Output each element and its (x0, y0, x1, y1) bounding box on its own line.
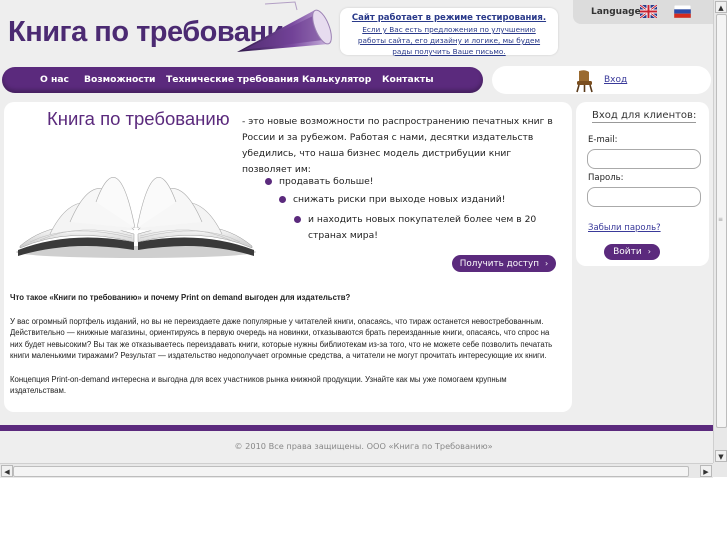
footer-divider (0, 425, 713, 431)
megaphone-icon (237, 1, 332, 52)
nav-item-contacts[interactable]: Контакты (382, 74, 434, 85)
main-nav: О нас Возможности Технические требования… (2, 67, 483, 93)
article-paragraph: Концепция Print-on-demand интересна и вы… (10, 374, 507, 396)
benefit-item: и находить новых покупателей более чем в… (294, 212, 553, 244)
password-label: Пароль: (588, 173, 624, 183)
benefit-item: снижать риски при выходе новых изданий! (279, 192, 533, 208)
russian-flag-icon[interactable] (674, 5, 691, 18)
scroll-right-icon[interactable]: ▶ (700, 465, 712, 477)
email-label: E-mail: (588, 135, 618, 145)
benefit-item: продавать больше! (265, 174, 399, 190)
language-switcher: Language: (573, 0, 713, 24)
chevron-right-icon: › (545, 259, 549, 268)
benefit-text: снижать риски при выходе новых изданий! (293, 194, 506, 205)
scroll-down-icon[interactable]: ▼ (715, 450, 727, 462)
article: Что такое «Книги по требованию» и почему… (10, 292, 558, 409)
main-content: Книга по требованию - это новые возможно… (4, 102, 572, 412)
scrollbar-corner (713, 463, 727, 477)
scroll-up-icon[interactable]: ▲ (715, 1, 727, 13)
chevron-right-icon: › (647, 247, 651, 256)
chair-icon (576, 70, 593, 93)
bullet-icon (279, 196, 286, 203)
vertical-scrollbar[interactable]: ▲ ≡ ▼ (713, 0, 727, 463)
nav-item-about[interactable]: О нас (40, 74, 69, 85)
login-button[interactable]: Войти › (604, 244, 660, 260)
get-access-label: Получить доступ (459, 259, 540, 269)
nav-item-features[interactable]: Возможности (84, 74, 156, 85)
intro-text: - это новые возможности по распространен… (242, 116, 553, 175)
notice-body-link[interactable]: Если у Вас есть предложения по улучшению… (340, 24, 558, 57)
login-button-label: Войти (613, 247, 642, 257)
english-flag-icon[interactable] (640, 5, 657, 18)
open-book-image (16, 177, 256, 258)
benefit-text: продавать больше! (279, 176, 374, 187)
notice-title[interactable]: Сайт работает в режиме тестирования. (340, 13, 558, 24)
article-heading: Что такое «Книги по требованию» и почему… (10, 293, 351, 302)
login-panel-title: Вход для клиентов: (592, 110, 697, 123)
nav-item-tech-requirements[interactable]: Технические требования (166, 74, 299, 85)
hero-title: Книга по требованию (47, 108, 230, 129)
language-label: Language: (591, 7, 645, 17)
copyright: © 2010 Все права защищены. ООО «Книга по… (234, 441, 493, 451)
login-link[interactable]: Вход (604, 75, 627, 85)
bullet-icon (265, 178, 272, 185)
benefit-text: и находить новых покупателей более чем в… (308, 214, 537, 241)
client-login-panel: Вход для клиентов: E-mail: Пароль: Забыл… (576, 102, 709, 266)
article-paragraph: У вас огромный портфель изданий, но вы н… (10, 316, 553, 361)
nav-item-calculator[interactable]: Калькулятор (302, 74, 371, 85)
bullet-icon (294, 216, 301, 223)
scroll-left-icon[interactable]: ◀ (1, 465, 13, 477)
email-field[interactable] (587, 149, 701, 169)
page: Книга по требованию Сайт работает в режи… (0, 0, 713, 463)
grip-icon: ≡ (717, 216, 724, 223)
password-field[interactable] (587, 187, 701, 207)
horizontal-scroll-thumb[interactable] (13, 466, 689, 477)
login-bar: Вход (492, 66, 711, 94)
horizontal-scrollbar[interactable]: ◀ ▶ (0, 463, 713, 478)
get-access-button[interactable]: Получить доступ › (452, 255, 556, 272)
forgot-password-link[interactable]: Забыли пароль? (588, 223, 661, 233)
testing-notice: Сайт работает в режиме тестирования. Есл… (340, 8, 558, 57)
